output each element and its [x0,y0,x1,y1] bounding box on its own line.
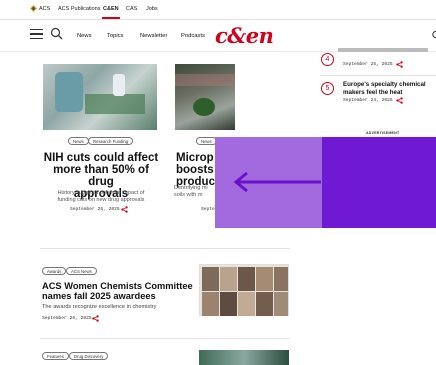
awardees-photo-grid[interactable] [199,264,289,316]
article-date-3: September 26, 2025 [42,316,92,321]
section-divider-2 [40,338,290,339]
sidebar-rank-5: 5 [321,82,334,95]
share-icon[interactable] [92,315,99,322]
overlay-right-panel[interactable] [322,137,436,228]
tag-drug-discovery[interactable]: Drug Discovery [69,352,109,360]
topbar-cas-link[interactable]: CAS [126,6,137,12]
top-utility-bar: ACS ACS Publications C&EN CAS Jobs [0,0,436,20]
nav-news[interactable]: News [77,33,92,39]
section-divider [40,248,290,249]
tag-research-funding[interactable]: Research Funding [88,137,134,145]
sidebar-headline-partial[interactable] [322,42,436,52]
plants-photo[interactable] [175,64,235,130]
advertisement-label: ADVERTISEMENT [366,131,400,135]
article-headline-3[interactable]: ACS Women Chemists Committee names fall … [42,281,193,301]
share-icon[interactable] [396,97,403,104]
article-date: September 25, 2025 [70,207,120,212]
nav-topics[interactable]: Topics [107,33,123,39]
tag-news-2[interactable]: News [196,137,217,145]
feature-photo[interactable] [199,350,289,365]
profile-icon[interactable] [430,30,436,39]
sidebar-title-5[interactable]: Europe's specialty chemical makers feel … [343,81,426,96]
tag-features[interactable]: Features [42,352,69,360]
topbar-cen-link[interactable]: C&EN [103,6,119,12]
sidebar-divider [320,75,436,76]
share-icon[interactable] [396,61,403,68]
article-dek: History suggests potential impact of fun… [57,190,145,203]
overlay-panel[interactable] [215,137,436,228]
tag-news[interactable]: News [68,137,89,145]
share-icon[interactable] [121,206,128,213]
nav-newsletter[interactable]: Newsletter [140,33,167,39]
menu-icon[interactable] [30,29,43,40]
topbar-jobs-link[interactable]: Jobs [146,6,158,12]
sidebar-date-4: September 25, 2025 [343,62,393,67]
tag-awards[interactable]: Awards [42,267,67,275]
topbar-acs-publications-link[interactable]: ACS Publications [58,6,101,12]
lab-photo[interactable] [43,64,157,130]
acs-logo-icon[interactable] [30,5,37,12]
search-icon[interactable] [50,27,63,40]
tag-acs-news[interactable]: ACS News [66,267,97,275]
article-date-2: Septe [201,207,215,212]
nav-podcasts[interactable]: Podcasts [181,33,205,39]
article-dek-3: The awards recognize excellence in chemi… [42,304,157,310]
topbar-acs-link[interactable]: ACS [39,6,50,12]
sidebar-rank-4: 4 [321,53,334,66]
cen-logo[interactable]: c&en [215,23,274,48]
sidebar-date-5: September 24, 2025 [343,98,393,103]
back-arrow-icon[interactable] [231,171,321,193]
active-tab-underline [102,17,120,19]
